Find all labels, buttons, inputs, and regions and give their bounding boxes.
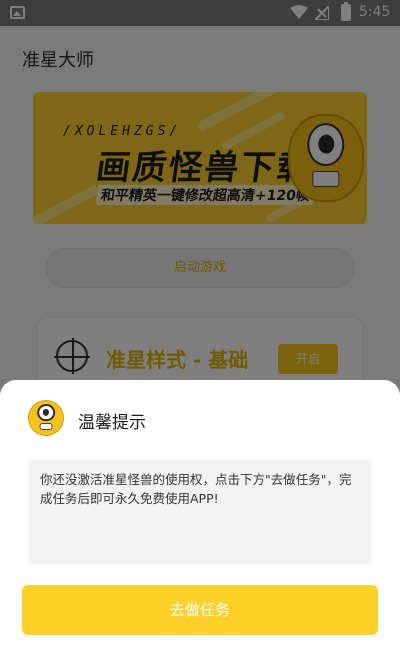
notice-dialog: 温馨提示 你还没激活准星怪兽的使用权，点击下方"去做任务"，完成任务后即可永久免… xyxy=(0,380,400,666)
dialog-message: 你还没激活准星怪兽的使用权，点击下方"去做任务"，完成任务后即可永久免费使用AP… xyxy=(28,460,372,564)
dialog-title: 温馨提示 xyxy=(78,413,146,433)
mascot-avatar-icon xyxy=(28,400,64,436)
do-task-button[interactable]: 去做任务 xyxy=(22,585,378,635)
